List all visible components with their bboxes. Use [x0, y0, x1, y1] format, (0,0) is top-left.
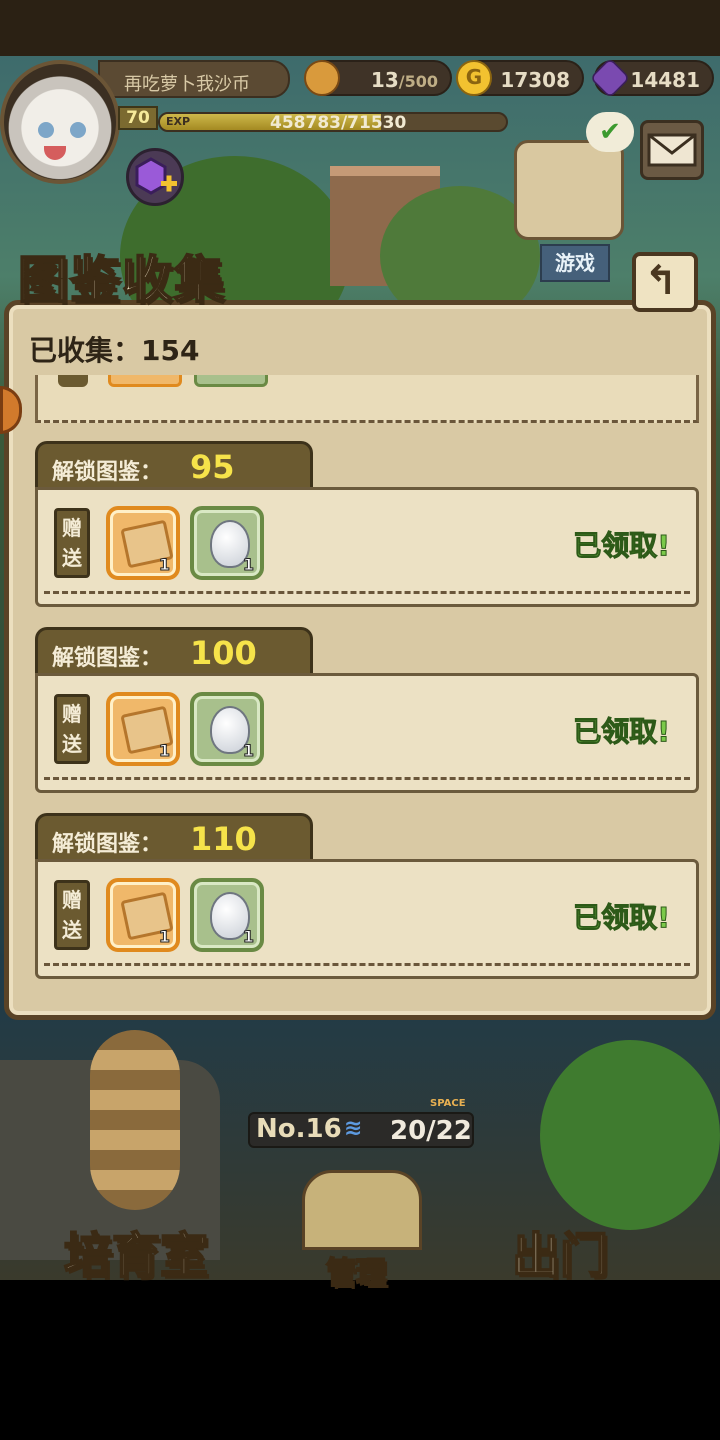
space-value: 20/22: [390, 1116, 472, 1146]
exp-label: EXP: [166, 115, 191, 128]
unlock-threshold: 95: [190, 448, 235, 486]
space-waves-icon: ≋: [344, 1116, 363, 1141]
reward-count: 1: [242, 741, 254, 761]
reward-entry: 解锁图鉴： 95 赠送 1 1 已领取!: [35, 441, 699, 611]
avatar-mouth: [44, 146, 66, 160]
exp-bar: EXP 458783/71530: [158, 112, 508, 132]
back-button[interactable]: ↰: [632, 252, 698, 312]
nav-manage-button[interactable]: 管理: [325, 1248, 387, 1292]
entry-tab: 解锁图鉴： 95: [35, 441, 313, 491]
bread-icon: [304, 60, 340, 96]
mail-icon: [647, 133, 697, 167]
claimed-status: 已领取!: [573, 901, 671, 935]
gold-value: 17308: [500, 68, 570, 92]
avatar-eye: [70, 122, 86, 138]
space-indicator: No.16 ≋ 20/22 SPACE: [248, 1098, 474, 1148]
bush-decoration: [540, 1040, 720, 1230]
back-arrow-icon: ↰: [644, 258, 678, 304]
reward-count: 1: [158, 555, 170, 575]
stamina-max: /500: [398, 72, 438, 91]
reward-count: 1: [158, 741, 170, 761]
player-name: 再吃萝卜我沙币: [124, 74, 250, 95]
space-label: SPACE: [430, 1098, 466, 1109]
mail-button[interactable]: [640, 120, 704, 180]
unlock-label: 解锁图鉴：: [52, 832, 163, 857]
claimed-status: 已领取!: [573, 715, 671, 749]
bottom-area: No.16 ≋ 20/22 SPACE 培育室 管理 出门: [0, 1030, 720, 1292]
exp-value: 458783/71530: [270, 113, 407, 132]
unlock-label: 解锁图鉴：: [52, 646, 163, 671]
room-number: No.16: [256, 1114, 342, 1144]
avatar-eye: [38, 122, 54, 138]
unlock-threshold: 110: [190, 820, 257, 858]
entry-body: 赠送 1 1 已领取!: [35, 859, 699, 979]
reward-entry: 解锁图鉴： 100 赠送 1 1 已领取!: [35, 627, 699, 797]
collection-panel: 已收集：154 解锁图鉴： 95 赠送 1 1 已领取! 解锁图鉴： 100 赠…: [4, 300, 716, 1020]
stamina-current: 13: [370, 68, 399, 92]
panel-title: 图鉴收集: [17, 250, 226, 310]
gem-value: 14481: [630, 68, 700, 92]
entry-body: 赠送 1 1 已领取!: [35, 487, 699, 607]
reward-entry: 解锁图鉴： 110 赠送 1 1 已领取!: [35, 813, 699, 983]
gift-tag: 赠送: [54, 508, 90, 578]
tail-decoration: [90, 1030, 180, 1210]
gold-coin-icon: G: [456, 60, 492, 96]
unlock-label: 解锁图鉴：: [52, 460, 163, 485]
player-name-bar: 再吃萝卜我沙币: [98, 60, 290, 98]
gift-tag: 赠送: [54, 694, 90, 764]
partial-list-item: [35, 375, 699, 423]
claimed-status: 已领取!: [573, 529, 671, 563]
reward-item-egg[interactable]: 1: [190, 692, 264, 766]
reward-list[interactable]: 解锁图鉴： 95 赠送 1 1 已领取! 解锁图鉴： 100 赠送 1 1 已领…: [31, 375, 701, 993]
reward-item-ticket[interactable]: 1: [106, 878, 180, 952]
check-icon: ✔: [586, 112, 634, 152]
quest-scroll-button[interactable]: [514, 140, 624, 240]
unlock-threshold: 100: [190, 634, 257, 672]
reward-item-egg[interactable]: 1: [190, 506, 264, 580]
gold-counter[interactable]: G 17308: [456, 60, 584, 96]
entry-tab: 解锁图鉴： 100: [35, 627, 313, 677]
gift-tag: 赠送: [54, 880, 90, 950]
nav-go-out-button[interactable]: 出门: [511, 1216, 609, 1286]
reward-count: 1: [242, 927, 254, 947]
gem-counter[interactable]: 14481: [589, 57, 714, 99]
reward-count: 1: [158, 927, 170, 947]
buy-gems-button[interactable]: [126, 148, 184, 206]
nav-incubator-button[interactable]: 培育室: [63, 1216, 209, 1286]
top-band: [0, 0, 720, 56]
reward-item-ticket[interactable]: 1: [106, 506, 180, 580]
player-level: 70: [118, 106, 158, 130]
games-button[interactable]: 游戏: [540, 244, 610, 282]
player-avatar[interactable]: [0, 60, 120, 184]
reward-item-egg[interactable]: 1: [190, 878, 264, 952]
entry-body: 赠送 1 1 已领取!: [35, 673, 699, 793]
gem-plus-icon: [135, 157, 177, 195]
entry-tab: 解锁图鉴： 110: [35, 813, 313, 863]
reward-count: 1: [242, 555, 254, 575]
keys-icon: [302, 1170, 422, 1250]
game-screen: 再吃萝卜我沙币 13/500 G 17308 14481 70 EXP 4587…: [0, 0, 720, 1440]
stamina-counter[interactable]: 13/500: [304, 60, 452, 96]
collected-count: 已收集：154: [29, 334, 200, 367]
reward-item-ticket[interactable]: 1: [106, 692, 180, 766]
